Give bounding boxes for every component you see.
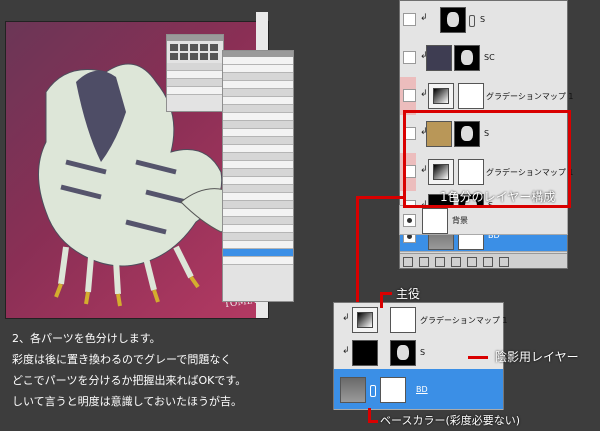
- clipping-arrow-icon: ↲: [342, 313, 350, 323]
- fx-icon[interactable]: [419, 257, 429, 267]
- layers-mini-panel[interactable]: [222, 50, 294, 302]
- shadow-annotation: 陰影用レイヤー: [495, 350, 579, 364]
- layer-mask-thumbnail: [380, 377, 406, 403]
- clipping-arrow-icon: ↲: [342, 346, 350, 356]
- trash-icon[interactable]: [499, 257, 509, 267]
- callout-line: [356, 196, 359, 302]
- gradient-map-icon: [428, 83, 454, 109]
- folder-icon[interactable]: [467, 257, 477, 267]
- visibility-toggle[interactable]: [403, 13, 416, 26]
- layer-name: S: [420, 348, 426, 357]
- inset-row-base: BD: [334, 369, 503, 410]
- link-icon: [370, 385, 376, 397]
- mask-icon[interactable]: [435, 257, 445, 267]
- layer-thumbnail: [352, 340, 378, 366]
- new-layer-icon[interactable]: [483, 257, 493, 267]
- main-annotation: 主役: [396, 287, 421, 301]
- caption-line: 彩度は後に置き換わるのでグレーで問題なく: [12, 353, 232, 366]
- tool-grid: [167, 41, 223, 63]
- layer-thumbnail: [426, 45, 452, 71]
- layer-name[interactable]: 背景: [452, 215, 468, 226]
- link-icon: [469, 15, 475, 27]
- layer-name[interactable]: グラデーションマップ 1: [486, 91, 573, 102]
- visibility-toggle[interactable]: [403, 214, 416, 227]
- inset-row-shadow: ↲ S: [334, 336, 503, 370]
- visibility-toggle[interactable]: [403, 89, 416, 102]
- tools-mini-panel[interactable]: [166, 34, 224, 112]
- callout-line: [368, 420, 378, 423]
- layer-name: BD: [416, 385, 428, 394]
- callout-line: [358, 196, 405, 199]
- group-caption: 1色分のレイヤー構成: [440, 190, 556, 204]
- link-icon[interactable]: [403, 257, 413, 267]
- layer-row[interactable]: ↲ SC: [400, 39, 567, 78]
- layer-row[interactable]: ↲ S: [400, 1, 567, 40]
- clipping-arrow-icon: ↲: [420, 89, 428, 99]
- callout-line: [380, 292, 392, 295]
- clipping-arrow-icon: ↲: [420, 13, 428, 23]
- callout-line: [468, 356, 488, 359]
- layer-name: グラデーションマップ 1: [420, 316, 508, 325]
- visibility-toggle[interactable]: [403, 51, 416, 64]
- layer-name[interactable]: SC: [484, 53, 495, 62]
- base-annotation: ベースカラー(彩度必要ない): [380, 414, 521, 427]
- layer-mask-thumbnail: [390, 340, 416, 366]
- inset-row-gradient: ↲ グラデーションマップ 1: [334, 303, 507, 337]
- layer-name[interactable]: S: [480, 15, 485, 24]
- caption-line: 2、各パーツを色分けします。: [12, 332, 161, 345]
- layers-footer: [400, 253, 567, 268]
- layer-row-background[interactable]: 背景: [399, 205, 568, 235]
- layer-thumbnail: [340, 377, 366, 403]
- caption-line: どこでパーツを分けるか把握出来ればOKです。: [12, 374, 247, 387]
- adjust-icon[interactable]: [451, 257, 461, 267]
- gradient-map-icon: [352, 307, 378, 333]
- layer-thumbnail: [440, 7, 466, 33]
- layer-mask-thumbnail: [454, 45, 480, 71]
- layer-mask-thumbnail: [390, 307, 416, 333]
- layer-thumbnail: [422, 208, 448, 234]
- layer-mask-thumbnail: [458, 83, 484, 109]
- caption-line: しいて言うと明度は意識しておいたほうが吉。: [12, 395, 243, 408]
